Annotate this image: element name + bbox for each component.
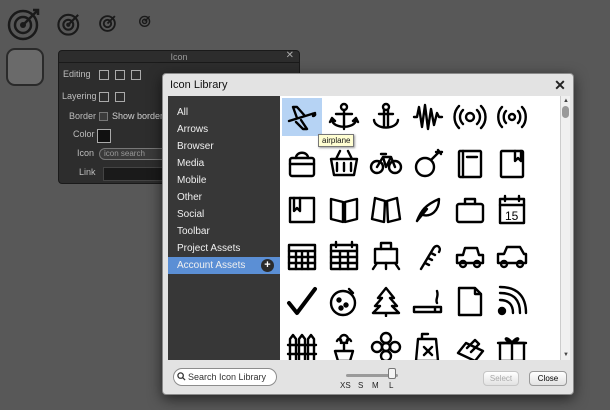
- scroll-thumb[interactable]: [562, 106, 569, 118]
- size-label-s: S: [358, 381, 364, 390]
- gift-icon[interactable]: [492, 328, 532, 360]
- inspector-close-icon[interactable]: ✕: [286, 50, 294, 61]
- layering-controls[interactable]: [99, 91, 131, 102]
- category-other[interactable]: Other: [168, 189, 280, 206]
- cookie-icon[interactable]: [324, 282, 364, 320]
- size-label-m: M: [372, 381, 379, 390]
- selected-icon-shape[interactable]: [6, 48, 44, 86]
- open-book-icon[interactable]: [324, 190, 364, 228]
- show-border-label: Show border: [112, 111, 164, 121]
- target-icon-l[interactable]: [54, 10, 84, 38]
- anchor-outline-icon[interactable]: [366, 98, 406, 136]
- icon-library-dialog: Icon Library ✕ All Arrows Browser Media …: [162, 73, 574, 395]
- resize-icon[interactable]: [131, 69, 141, 80]
- rss-icon[interactable]: [492, 282, 532, 320]
- book-icon[interactable]: [450, 144, 490, 182]
- dialog-title: Icon Library: [170, 79, 228, 91]
- link-label: Link: [79, 167, 96, 177]
- cigarette-icon[interactable]: [408, 282, 448, 320]
- bicycle-icon[interactable]: [366, 144, 406, 182]
- bookmark-icon[interactable]: [282, 190, 322, 228]
- category-browser[interactable]: Browser: [168, 138, 280, 155]
- calendar-grid-icon[interactable]: [282, 236, 322, 274]
- fence-icon[interactable]: [282, 328, 322, 360]
- send-back-icon[interactable]: [115, 91, 125, 102]
- target-icon-m[interactable]: [96, 12, 120, 34]
- category-media[interactable]: Media: [168, 155, 280, 172]
- bomb-icon[interactable]: [408, 144, 448, 182]
- checkmark-icon[interactable]: [282, 282, 322, 320]
- broadcast-small-icon[interactable]: [492, 98, 532, 136]
- briefcase-icon[interactable]: [450, 190, 490, 228]
- airplane-icon[interactable]: [282, 98, 322, 136]
- category-account-assets-label: Account Assets: [177, 260, 246, 271]
- size-label-l: L: [389, 381, 394, 390]
- audio-wave-icon[interactable]: [408, 98, 448, 136]
- category-social[interactable]: Social: [168, 206, 280, 223]
- editing-label: Editing: [63, 69, 91, 79]
- camera-rig-icon[interactable]: [366, 236, 406, 274]
- calendar-icon[interactable]: 15: [492, 190, 532, 228]
- car-side-icon[interactable]: [492, 236, 532, 274]
- dialog-close-icon[interactable]: ✕: [553, 78, 567, 92]
- layering-label: Layering: [62, 91, 97, 101]
- category-project-assets[interactable]: Project Assets: [168, 240, 280, 257]
- bag-icon[interactable]: [282, 144, 322, 182]
- select-button[interactable]: Select: [483, 371, 519, 386]
- icon-grid: 15 airplane: [280, 96, 560, 360]
- christmas-tree-icon[interactable]: [366, 282, 406, 320]
- scroll-down-arrow-icon[interactable]: ▼: [562, 351, 570, 359]
- category-mobile[interactable]: Mobile: [168, 172, 280, 189]
- search-icon: [177, 372, 186, 381]
- size-slider-knob[interactable]: [388, 368, 396, 379]
- show-border-checkbox[interactable]: [99, 112, 108, 122]
- car-icon[interactable]: [450, 236, 490, 274]
- bring-front-icon[interactable]: [99, 91, 109, 102]
- category-all[interactable]: All: [168, 104, 280, 121]
- color-well[interactable]: [97, 129, 111, 143]
- size-label-xs: XS: [340, 381, 351, 390]
- category-list: All Arrows Browser Media Mobile Other So…: [168, 96, 280, 360]
- basket-icon[interactable]: [324, 144, 364, 182]
- close-button[interactable]: Close: [529, 371, 567, 386]
- flower-pot-icon[interactable]: [324, 328, 364, 360]
- mouse-trap-icon[interactable]: [450, 328, 490, 360]
- category-toolbar[interactable]: Toolbar: [168, 223, 280, 240]
- broadcast-icon[interactable]: [450, 98, 490, 136]
- target-icon-xl[interactable]: [4, 6, 44, 42]
- undo-icon[interactable]: [99, 69, 109, 80]
- calendar-month-icon[interactable]: [324, 236, 364, 274]
- category-account-assets[interactable]: Account Assets +: [168, 257, 280, 274]
- flower-icon[interactable]: [366, 328, 406, 360]
- icon-tooltip: airplane: [318, 134, 355, 147]
- anchor-icon[interactable]: [324, 98, 364, 136]
- bookmark-book-icon[interactable]: [492, 144, 532, 182]
- scroll-up-arrow-icon[interactable]: ▲: [562, 97, 570, 105]
- open-book-outline-icon[interactable]: [366, 190, 406, 228]
- editing-controls[interactable]: [99, 69, 147, 80]
- redo-icon[interactable]: [115, 69, 125, 80]
- add-asset-button[interactable]: +: [261, 259, 274, 272]
- category-arrows[interactable]: Arrows: [168, 121, 280, 138]
- document-icon[interactable]: [450, 282, 490, 320]
- search-placeholder: Search Icon Library: [188, 372, 267, 382]
- border-label: Border: [69, 111, 97, 121]
- icon-label: Icon: [77, 148, 95, 158]
- search-icon-library-input[interactable]: Search Icon Library: [173, 368, 277, 386]
- leaf-icon[interactable]: [408, 190, 448, 228]
- color-label: Color: [73, 129, 95, 139]
- candy-cane-icon[interactable]: [408, 236, 448, 274]
- jerry-can-icon[interactable]: [408, 328, 448, 360]
- grid-scrollbar[interactable]: ▲ ▼: [560, 96, 570, 360]
- svg-text:15: 15: [505, 209, 519, 223]
- target-icon-s[interactable]: [136, 12, 154, 30]
- inspector-title: Icon: [59, 51, 299, 63]
